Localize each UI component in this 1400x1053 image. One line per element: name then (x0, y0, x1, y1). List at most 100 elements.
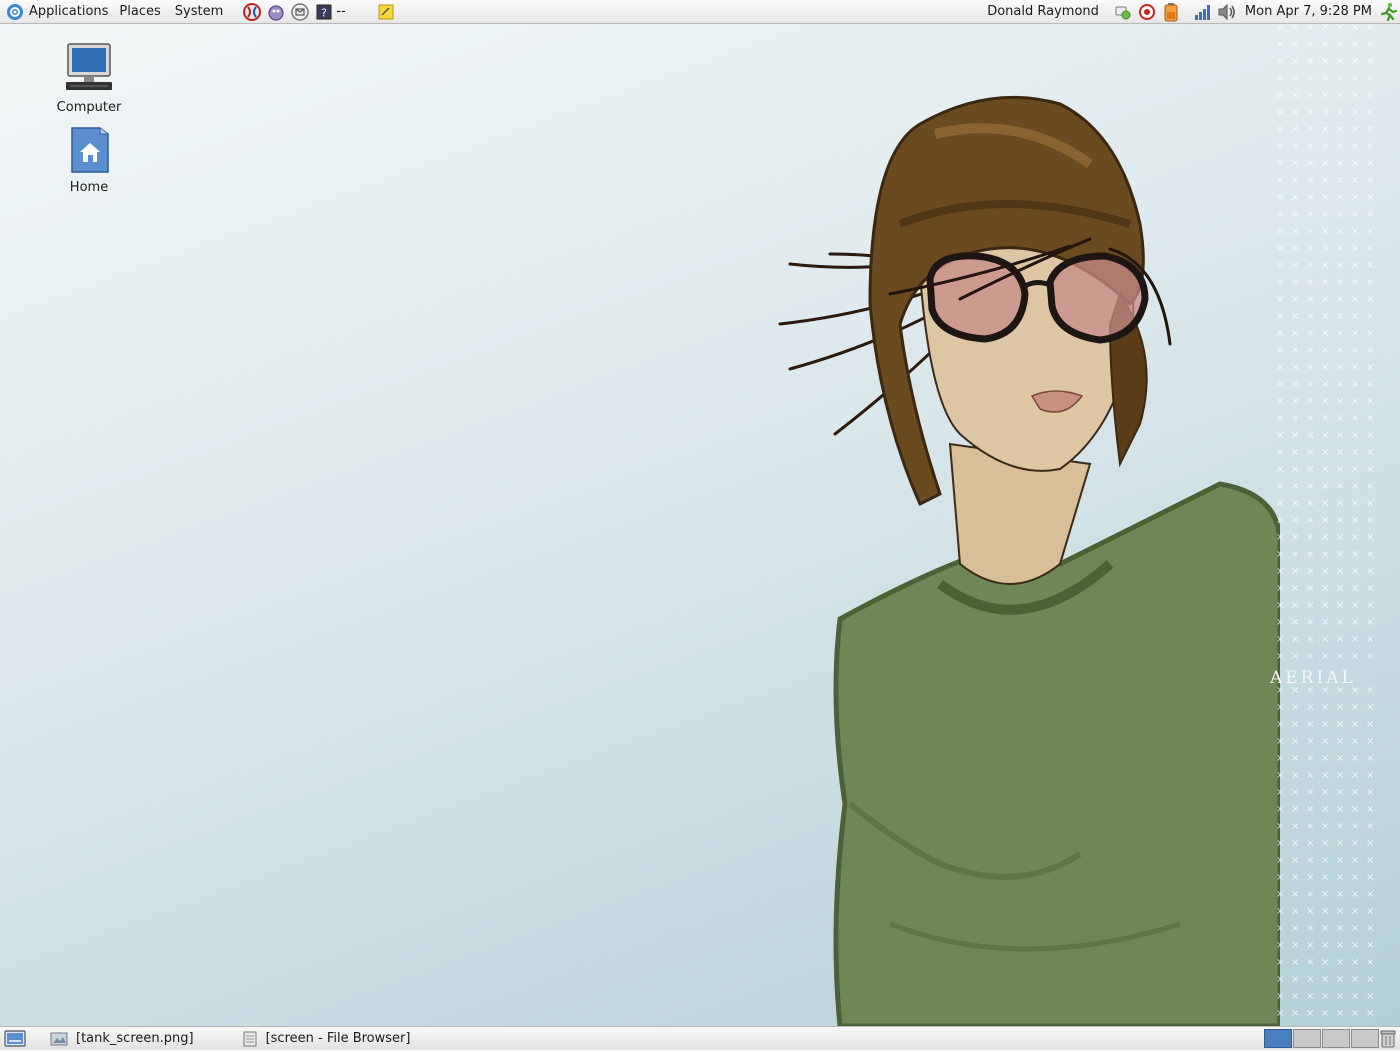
wallpaper-dot: × (1366, 447, 1374, 458)
desktop-icon-computer[interactable]: Computer (49, 42, 129, 115)
bottom-panel: [tank_screen.png] [screen - File Browser… (0, 1026, 1400, 1050)
wallpaper-dot: × (1306, 73, 1314, 84)
wallpaper-dot: × (1276, 56, 1284, 67)
wallpaper-dot: × (1336, 753, 1344, 764)
wallpaper-dot: × (1276, 90, 1284, 101)
wallpaper-dot: × (1366, 24, 1374, 33)
show-desktop-button[interactable] (0, 1028, 30, 1050)
wallpaper-dot: × (1366, 719, 1374, 730)
wallpaper-dot: × (1351, 651, 1359, 662)
wallpaper-dot: × (1351, 158, 1359, 169)
notification-status[interactable] (1137, 2, 1157, 22)
wallpaper-dot: × (1366, 498, 1374, 509)
wallpaper-dot: × (1366, 770, 1374, 781)
wallpaper-dot: × (1336, 991, 1344, 1002)
user-name[interactable]: Donald Raymond (987, 4, 1099, 19)
wallpaper-dot: × (1351, 345, 1359, 356)
trash-applet[interactable] (1378, 1028, 1398, 1053)
help-launcher[interactable]: ? (314, 2, 334, 22)
network-status[interactable] (1113, 2, 1133, 22)
wallpaper-dot: × (1336, 294, 1344, 305)
wallpaper-dot: × (1366, 583, 1374, 594)
wallpaper-dot: × (1336, 719, 1344, 730)
volume-control[interactable] (1217, 2, 1237, 22)
wallpaper-dot: × (1366, 702, 1374, 713)
workspace-1[interactable] (1264, 1029, 1292, 1048)
wallpaper-dot: × (1276, 141, 1284, 152)
wallpaper-dot: × (1351, 277, 1359, 288)
applications-menu[interactable]: Applications (0, 0, 112, 24)
update-notifier[interactable] (1378, 2, 1398, 22)
wallpaper-dot: × (1336, 243, 1344, 254)
wallpaper-dot: × (1351, 838, 1359, 849)
trash-icon (1380, 1030, 1396, 1048)
messenger-launcher[interactable] (266, 2, 286, 22)
globe-launcher[interactable] (242, 2, 262, 22)
clock[interactable]: Mon Apr 7, 9:28 PM (1245, 4, 1372, 19)
wallpaper-dot: × (1351, 957, 1359, 968)
workspace-2[interactable] (1293, 1029, 1321, 1048)
wallpaper-dot: × (1291, 328, 1299, 339)
wallpaper-dot: × (1321, 141, 1329, 152)
wallpaper-dot: × (1306, 328, 1314, 339)
mail-launcher[interactable] (290, 2, 310, 22)
wallpaper-dot: × (1321, 770, 1329, 781)
wallpaper-dot: × (1321, 175, 1329, 186)
wallpaper-dot: × (1276, 311, 1284, 322)
battery-status[interactable] (1161, 2, 1181, 22)
signal-status[interactable] (1193, 2, 1213, 22)
wallpaper-dot: × (1276, 804, 1284, 815)
wallpaper-dot: × (1336, 39, 1344, 50)
wallpaper-dot: × (1306, 141, 1314, 152)
wallpaper-dot: × (1351, 770, 1359, 781)
places-menu[interactable]: Places (112, 0, 167, 24)
wallpaper-dot: × (1321, 753, 1329, 764)
wallpaper-dot: × (1291, 991, 1299, 1002)
wallpaper-dot: × (1321, 311, 1329, 322)
wallpaper-dot: × (1291, 345, 1299, 356)
help-launcher-icon: ? (316, 4, 332, 19)
wallpaper-dot: × (1276, 600, 1284, 611)
wallpaper-dot: × (1351, 260, 1359, 271)
wallpaper-dot: × (1291, 821, 1299, 832)
wallpaper-dot: × (1291, 787, 1299, 798)
wallpaper-dot: × (1306, 923, 1314, 934)
wallpaper-dot: × (1276, 515, 1284, 526)
wallpaper-dot: × (1276, 549, 1284, 560)
wallpaper-dot: × (1351, 600, 1359, 611)
desktop-icon-home[interactable]: Home (49, 124, 129, 195)
taskbar-item-file-browser[interactable]: [screen - File Browser] (236, 1028, 417, 1050)
wallpaper-dot: × (1321, 498, 1329, 509)
wallpaper-dot: × (1336, 855, 1344, 866)
wallpaper-dot: × (1351, 804, 1359, 815)
wallpaper-dot: × (1336, 566, 1344, 577)
wallpaper-dot: × (1336, 736, 1344, 747)
wallpaper-dot: × (1336, 651, 1344, 662)
workspace-4[interactable] (1351, 1029, 1379, 1048)
wallpaper-dot: × (1366, 515, 1374, 526)
wallpaper-dot: × (1336, 515, 1344, 526)
wallpaper-dot: × (1291, 243, 1299, 254)
wallpaper-dot: × (1321, 396, 1329, 407)
applications-menu-label: Applications (29, 4, 109, 19)
wallpaper-dot: × (1276, 192, 1284, 203)
wallpaper-dot: × (1366, 379, 1374, 390)
wallpaper-dot: × (1306, 481, 1314, 492)
wallpaper-dot: × (1321, 957, 1329, 968)
wallpaper-dot: × (1276, 974, 1284, 985)
wallpaper-dot: × (1321, 277, 1329, 288)
workspace-switcher (1264, 1029, 1379, 1048)
wallpaper-dot: × (1276, 532, 1284, 543)
help-launcher-suffix: -- (336, 4, 346, 19)
wallpaper-dot: × (1276, 651, 1284, 662)
workspace-3[interactable] (1322, 1029, 1350, 1048)
wallpaper-dot: × (1306, 838, 1314, 849)
wallpaper-dot: × (1351, 787, 1359, 798)
notes-launcher[interactable] (376, 2, 396, 22)
system-menu[interactable]: System (168, 0, 230, 24)
wallpaper-dot: × (1276, 906, 1284, 917)
wallpaper-dot: × (1366, 90, 1374, 101)
taskbar-item-tank-screen[interactable]: [tank_screen.png] (44, 1028, 200, 1050)
wallpaper-dot: × (1366, 277, 1374, 288)
wallpaper-dot: × (1291, 107, 1299, 118)
